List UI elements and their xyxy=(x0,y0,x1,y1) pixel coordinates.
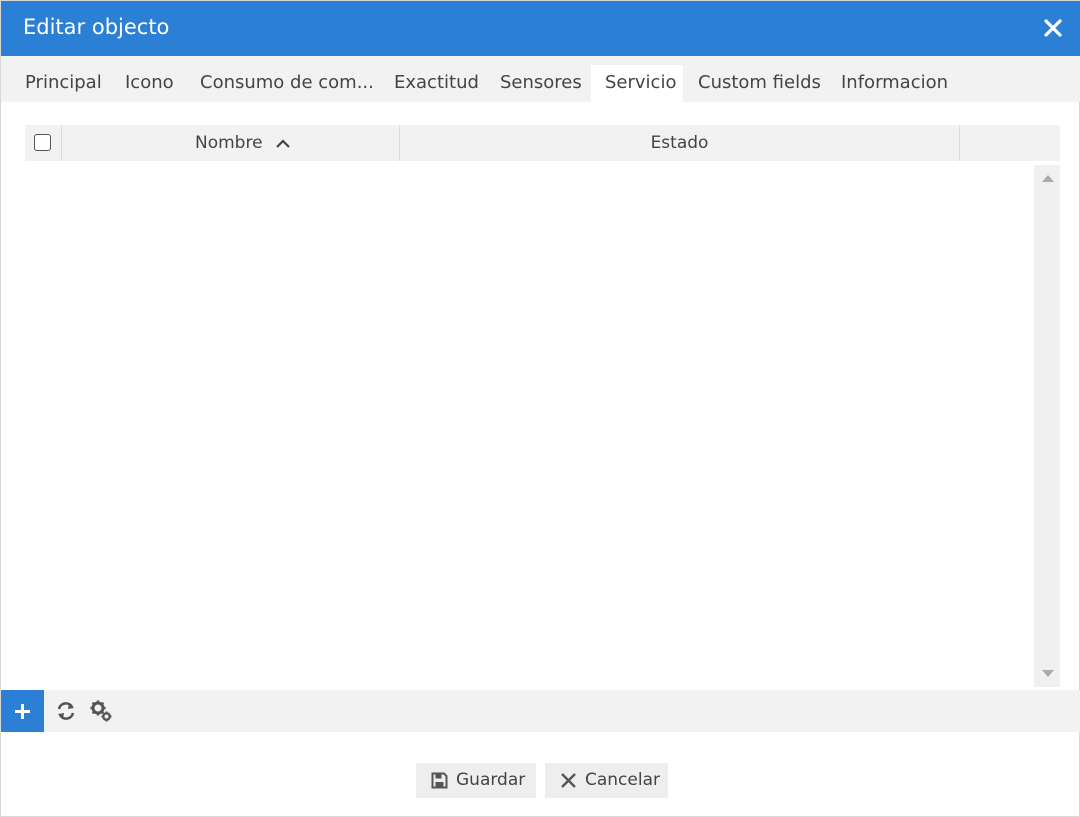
vertical-scrollbar[interactable] xyxy=(1034,165,1060,687)
refresh-button[interactable] xyxy=(54,699,78,723)
column-header-estado[interactable]: Estado xyxy=(400,125,960,161)
select-all-checkbox[interactable] xyxy=(34,134,51,151)
tab-servicio[interactable]: Servicio xyxy=(591,65,683,102)
save-button[interactable]: Guardar xyxy=(416,763,536,798)
column-header-label: Nombre xyxy=(195,133,263,153)
cancel-button[interactable]: Cancelar xyxy=(545,763,668,798)
tab-custom-fields[interactable]: Custom fields xyxy=(684,65,835,102)
grid-toolbar xyxy=(1,690,1080,732)
gears-icon xyxy=(90,700,112,722)
tab-sensores[interactable]: Sensores xyxy=(486,65,596,102)
tab-consumo[interactable]: Consumo de com... xyxy=(186,65,388,102)
refresh-icon xyxy=(57,702,75,720)
tab-informacion[interactable]: Informacion xyxy=(827,65,962,102)
scroll-down-icon[interactable] xyxy=(1042,670,1054,677)
add-button[interactable] xyxy=(1,690,44,732)
select-all-cell xyxy=(25,125,62,161)
scroll-up-icon[interactable] xyxy=(1042,175,1054,182)
plus-icon xyxy=(15,704,30,719)
cancel-button-label: Cancelar xyxy=(585,770,660,790)
settings-button[interactable] xyxy=(89,699,113,723)
grid-body xyxy=(25,165,1060,687)
tab-bar: Principal Icono Consumo de com... Exacti… xyxy=(1,56,1080,102)
dialog-title: Editar objecto xyxy=(23,15,170,39)
edit-object-dialog: Editar objecto Principal Icono Consumo d… xyxy=(0,0,1080,817)
tab-exactitud[interactable]: Exactitud xyxy=(380,65,493,102)
tab-principal[interactable]: Principal xyxy=(11,65,116,102)
sort-ascending-icon xyxy=(276,139,290,148)
dialog-titlebar: Editar objecto xyxy=(1,1,1080,56)
grid-header: Nombre Estado xyxy=(25,125,1060,161)
floppy-disk-icon xyxy=(431,772,448,789)
close-icon xyxy=(561,773,576,788)
column-header-empty xyxy=(960,125,1060,161)
column-header-nombre[interactable]: Nombre xyxy=(62,125,400,161)
save-button-label: Guardar xyxy=(456,770,526,790)
tab-icono[interactable]: Icono xyxy=(111,65,188,102)
close-button[interactable] xyxy=(1041,16,1065,40)
close-icon xyxy=(1044,19,1062,37)
